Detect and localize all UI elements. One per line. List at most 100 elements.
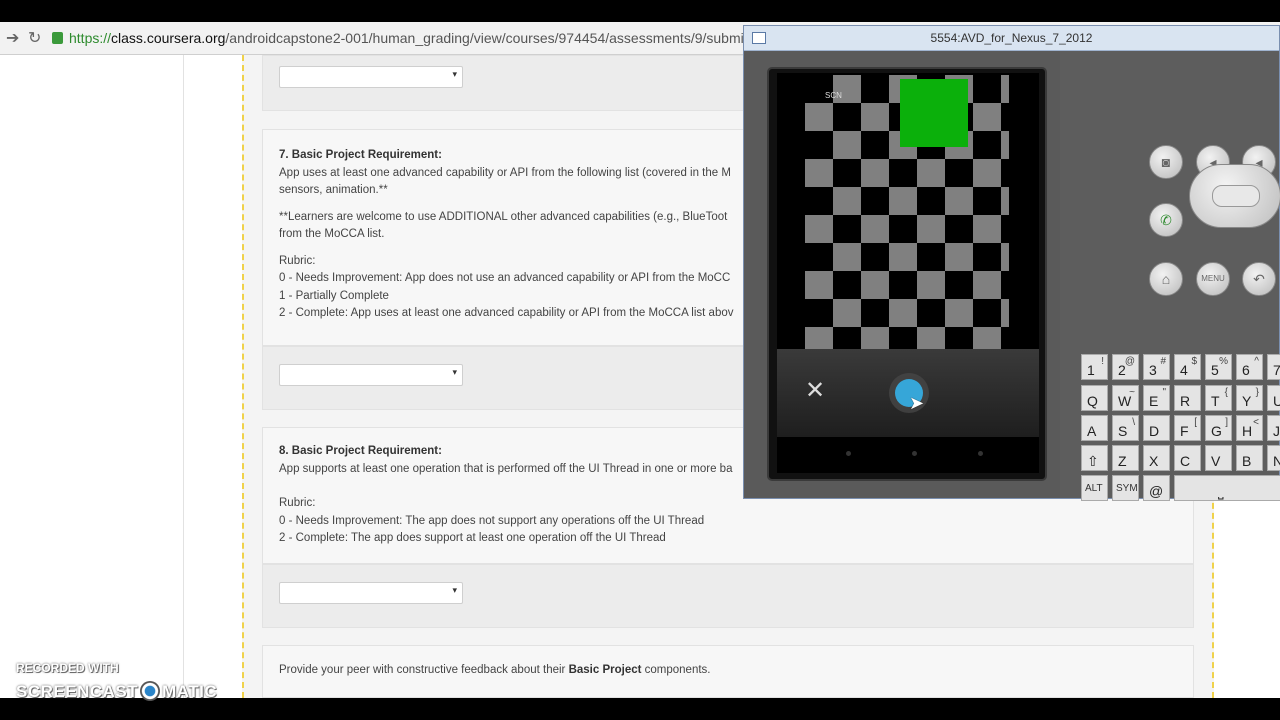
url-host: class.coursera.org xyxy=(111,30,226,46)
key-sup: ] xyxy=(1225,417,1228,428)
key-g[interactable]: G] xyxy=(1205,415,1232,441)
question-7-line2: sensors, animation.** xyxy=(279,184,388,196)
key-label: G xyxy=(1211,423,1222,439)
key-sym[interactable]: SYM xyxy=(1112,475,1139,501)
screen-top-bar xyxy=(0,0,1280,22)
key-n[interactable]: N xyxy=(1267,445,1280,471)
key-q[interactable]: Q xyxy=(1081,385,1108,411)
key-4[interactable]: 4 $ xyxy=(1174,354,1201,380)
key-c[interactable]: C xyxy=(1174,445,1201,471)
key-label: C xyxy=(1180,453,1191,469)
key-label: T xyxy=(1211,393,1220,409)
key-label: R xyxy=(1180,393,1191,409)
watermark-recorded-with: RECORDED WITH xyxy=(16,661,119,675)
key-d[interactable]: D xyxy=(1143,415,1170,441)
emulator-window[interactable]: 5554:AVD_for_Nexus_7_2012 SCN ✕ ➤ ◙ ◂ ◂ … xyxy=(743,25,1280,501)
key-3[interactable]: 3 # xyxy=(1143,354,1170,380)
emulator-title-bar[interactable]: 5554:AVD_for_Nexus_7_2012 xyxy=(744,26,1279,51)
shift-icon: ⇧ xyxy=(1087,453,1099,469)
key-j[interactable]: J xyxy=(1267,415,1280,441)
key-6[interactable]: 6 ^ xyxy=(1236,354,1263,380)
chevron-down-icon: ▾ xyxy=(452,69,457,79)
question-7-rubric-0: 0 - Needs Improvement: App does not use … xyxy=(279,272,731,284)
key-at[interactable]: @ xyxy=(1143,475,1170,501)
chevron-down-icon: ▾ xyxy=(452,367,457,377)
feedback-bold: Basic Project xyxy=(568,664,642,676)
dpad-center[interactable] xyxy=(1212,185,1260,207)
key-sup: $ xyxy=(1191,356,1197,367)
key-a[interactable]: A xyxy=(1081,415,1108,441)
watermark-matic: MATIC xyxy=(162,682,218,701)
reload-icon[interactable]: ↻ xyxy=(28,28,41,48)
key-label: J xyxy=(1273,423,1280,439)
score-select-6[interactable]: ▾ xyxy=(279,66,463,88)
key-label: 6 xyxy=(1242,362,1250,378)
key-alt[interactable]: ALT xyxy=(1081,475,1108,501)
question-7-line3: **Learners are welcome to use ADDITIONAL… xyxy=(279,210,728,223)
close-icon[interactable]: ✕ xyxy=(805,376,825,405)
question-7-rubric-label: Rubric: xyxy=(279,254,316,267)
key-sup: % xyxy=(1219,356,1228,367)
device-screen[interactable]: SCN ✕ ➤ xyxy=(777,73,1039,473)
key-label: @ xyxy=(1149,483,1164,499)
softkey-dot xyxy=(912,451,917,456)
question-8-rubric-0: 0 - Needs Improvement: The app does not … xyxy=(279,514,705,527)
score-select-7[interactable]: ▾ xyxy=(279,364,463,386)
key-sup: " xyxy=(1162,387,1166,398)
camera-icon[interactable]: ◙ xyxy=(1149,145,1183,179)
key-label: D xyxy=(1149,423,1160,439)
key-1[interactable]: 1! xyxy=(1081,354,1108,380)
key-label: Q xyxy=(1087,393,1098,409)
key-label: V xyxy=(1211,453,1221,469)
key-label: SYM xyxy=(1116,483,1138,494)
score-select-8[interactable]: ▾ xyxy=(279,582,463,604)
key-label: 5 xyxy=(1211,362,1219,378)
key-space[interactable]: ⎵ xyxy=(1174,475,1280,501)
key-label: Y xyxy=(1242,393,1252,409)
key-f[interactable]: F[ xyxy=(1174,415,1201,441)
window-icon xyxy=(752,32,766,44)
key-sup: < xyxy=(1253,417,1259,428)
key-label: ALT xyxy=(1085,483,1103,494)
menu-button[interactable]: MENU xyxy=(1196,262,1230,296)
call-icon[interactable]: ✆ xyxy=(1149,203,1183,237)
key-shift[interactable]: ⇧ xyxy=(1081,445,1108,471)
key-sup: ^ xyxy=(1254,356,1259,367)
dpad[interactable] xyxy=(1189,164,1280,228)
key-v[interactable]: V xyxy=(1205,445,1232,471)
softkey-dot xyxy=(846,451,851,456)
feedback-panel: Provide your peer with constructive feed… xyxy=(262,645,1194,698)
home-icon[interactable]: ⌂ xyxy=(1149,262,1183,296)
key-z[interactable]: Z xyxy=(1112,445,1139,471)
question-8-title: 8. Basic Project Requirement: xyxy=(279,445,442,457)
feedback-prefix: Provide your peer with constructive feed… xyxy=(279,664,569,676)
url-path: /androidcapstone2-001/human_grading/view… xyxy=(225,30,777,46)
key-label: 3 xyxy=(1149,362,1157,378)
key-sup: ! xyxy=(1101,356,1104,367)
key-label: F xyxy=(1180,423,1189,439)
key-s[interactable]: S \ xyxy=(1112,415,1139,441)
key-7[interactable]: 7 xyxy=(1267,354,1280,380)
key-h[interactable]: H < xyxy=(1236,415,1263,441)
key-label: X xyxy=(1149,453,1159,469)
key-e[interactable]: E " xyxy=(1143,385,1170,411)
back-arrow-icon[interactable]: ➔ xyxy=(6,28,19,48)
question-7-rubric-2: 2 - Complete: App uses at least one adva… xyxy=(279,307,734,319)
key-u[interactable]: U xyxy=(1267,385,1280,411)
key-sup: ~ xyxy=(1129,387,1135,398)
key-label: S xyxy=(1118,423,1128,439)
key-5[interactable]: 5% xyxy=(1205,354,1232,380)
question-7-line1: App uses at least one advanced capabilit… xyxy=(279,166,731,179)
key-2[interactable]: 2 @ xyxy=(1112,354,1139,380)
emulator-body: SCN ✕ ➤ ◙ ◂ ◂ ✆ ⌂ MENU ↶ 1 ! 2 @ 3 # 4 $… xyxy=(744,51,1280,501)
question-7-text: 7. Basic Project Requirement: App uses a… xyxy=(279,147,759,323)
checkerboard xyxy=(805,75,1009,349)
green-square xyxy=(900,79,968,147)
key-label: H xyxy=(1242,423,1253,439)
key-label: U xyxy=(1273,393,1280,409)
key-b[interactable]: B xyxy=(1236,445,1263,471)
softkey-dot xyxy=(978,451,983,456)
back-icon[interactable]: ↶ xyxy=(1242,262,1276,296)
key-x[interactable]: X xyxy=(1143,445,1170,471)
key-sup: @ xyxy=(1124,356,1135,367)
